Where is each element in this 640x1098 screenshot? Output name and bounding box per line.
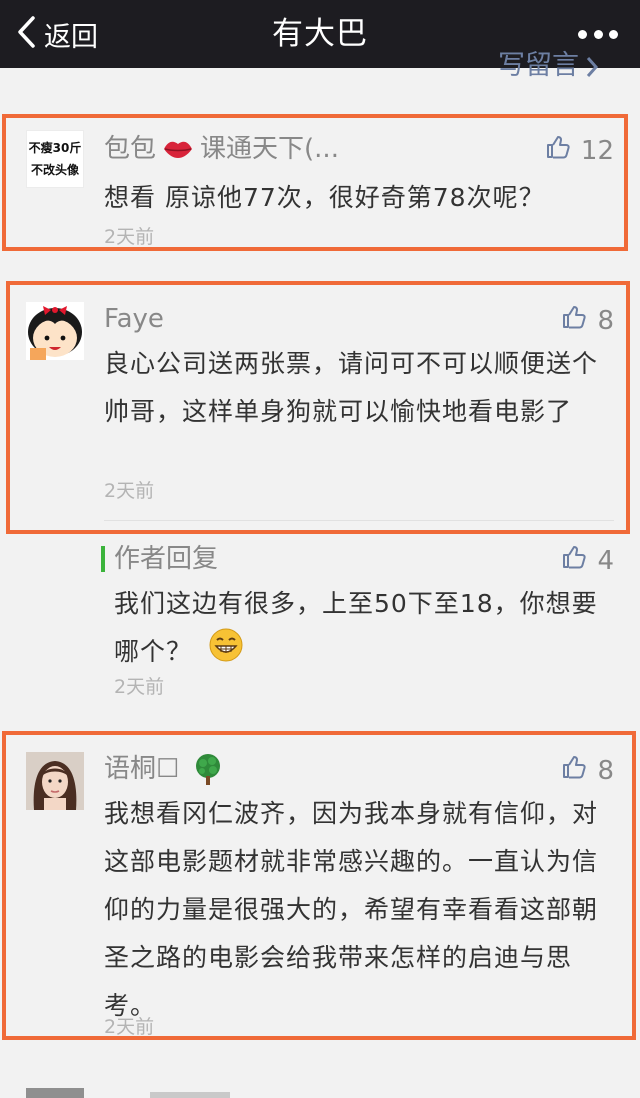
- more-dot-icon: [578, 29, 587, 39]
- avatar[interactable]: [26, 1088, 84, 1098]
- like-count: 8: [597, 305, 614, 336]
- comment-time: 2天前: [104, 1016, 155, 1038]
- comment-nickname: Faye: [104, 302, 164, 336]
- comment-time: 2天前: [104, 226, 155, 248]
- comment-time: 2天前: [104, 480, 155, 502]
- comment-nickname: 包包 课通天下(...: [104, 132, 339, 166]
- nickname-tail: 课通天下(...: [200, 134, 339, 164]
- thumbs-up-icon: [561, 754, 597, 787]
- comment-item: 不瘦30斤 不改头像 包包 课通天下(... 12 想看 原谅他77次，很好奇第…: [0, 112, 640, 252]
- like-count: 8: [597, 755, 614, 786]
- write-comment-link[interactable]: 写留言: [498, 50, 618, 80]
- page-title: 有大巴: [272, 16, 368, 52]
- more-dot-icon: [609, 29, 618, 39]
- avatar-text-line: 不瘦30斤: [28, 141, 82, 155]
- nickname-text: 包包: [104, 134, 157, 164]
- photo-avatar-icon: [26, 752, 84, 810]
- lips-emoji-icon: [162, 138, 194, 160]
- comment-item: Faye 8 良心公司送两张票，请问可不可以顺便送个帅哥，这样单身狗就可以愉快地…: [0, 282, 640, 522]
- comment-text: 想看 原谅他77次，很好奇第78次呢？: [104, 183, 545, 212]
- like-button[interactable]: 8: [561, 754, 614, 787]
- reply-accent-bar: [101, 546, 105, 572]
- nickname-text: Faye: [104, 304, 164, 334]
- like-button[interactable]: 12: [545, 134, 614, 167]
- like-count: 4: [597, 545, 614, 576]
- avatar[interactable]: 不瘦30斤 不改头像: [26, 130, 84, 188]
- like-button[interactable]: 4: [561, 544, 614, 577]
- comment-text: 良心公司送两张票，请问可不可以顺便送个帅哥，这样单身狗就可以愉快地看电影了: [104, 349, 599, 426]
- comment-nickname: 语桐☐: [104, 752, 225, 786]
- cartoon-girl-avatar-icon: [26, 302, 84, 360]
- reply-title: 作者回复: [114, 544, 219, 574]
- avatar[interactable]: [26, 302, 84, 360]
- reply-time: 2天前: [114, 676, 165, 698]
- author-reply: 作者回复 4 我们这边有很多，上至50下至18，你想要哪个？ 2天前: [0, 536, 640, 706]
- thumbs-up-icon: [561, 544, 597, 577]
- like-count: 12: [580, 135, 614, 166]
- grinning-emoji-icon: [209, 628, 243, 678]
- write-comment-label: 写留言: [498, 50, 579, 80]
- tree-emoji-icon: [191, 752, 225, 786]
- thumbs-up-icon: [561, 304, 597, 337]
- reply-text-content: 我们这边有很多，上至50下至18，你想要哪个？: [114, 589, 598, 666]
- comment-item: 语桐☐ 8 我想看冈仁波齐，因为我本身就有信仰，对这部电影题材就非常感兴趣的。一…: [0, 730, 640, 1040]
- more-button[interactable]: [578, 28, 618, 40]
- divider: [104, 520, 614, 521]
- thumbs-up-icon: [545, 134, 581, 167]
- more-dot-icon: [593, 29, 603, 39]
- reply-text: 我们这边有很多，上至50下至18，你想要哪个？: [114, 580, 604, 678]
- avatar[interactable]: [26, 752, 84, 810]
- comment-text: 我想看冈仁波齐，因为我本身就有信仰，对这部电影题材就非常感兴趣的。一直认为信仰的…: [104, 799, 599, 1020]
- avatar-text-line: 不改头像: [30, 163, 79, 177]
- chevron-right-icon: [585, 50, 599, 80]
- like-button[interactable]: 8: [561, 304, 614, 337]
- nickname-placeholder: [150, 1092, 230, 1098]
- nickname-text: 语桐☐: [104, 754, 180, 784]
